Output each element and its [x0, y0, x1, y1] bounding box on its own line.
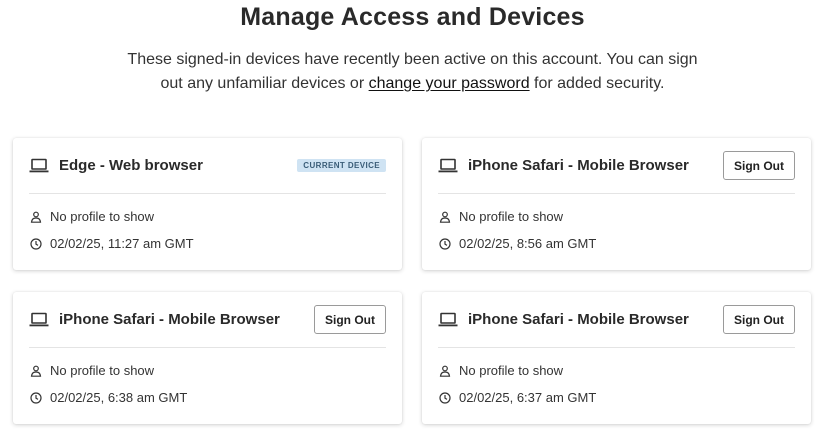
- sign-out-button[interactable]: Sign Out: [723, 305, 795, 334]
- profile-row: No profile to show: [439, 363, 563, 378]
- last-active-text: 02/02/25, 11:27 am GMT: [50, 236, 194, 251]
- laptop-icon: [29, 158, 49, 172]
- clock-icon: [30, 237, 42, 250]
- intro-line-1: These signed-in devices have recently be…: [127, 51, 698, 68]
- clock-icon: [439, 237, 451, 250]
- intro-text-after-link: for added security.: [529, 75, 665, 92]
- laptop-icon: [438, 312, 458, 326]
- device-card: iPhone Safari - Mobile Browser Sign Out …: [422, 292, 811, 424]
- current-device-badge: CURRENT DEVICE: [297, 159, 386, 172]
- device-card: iPhone Safari - Mobile Browser Sign Out …: [422, 138, 811, 270]
- last-active-text: 02/02/25, 8:56 am GMT: [459, 236, 597, 251]
- sign-out-button[interactable]: Sign Out: [723, 151, 795, 180]
- person-icon: [439, 365, 451, 377]
- device-card-header: iPhone Safari - Mobile Browser Sign Out: [438, 138, 795, 194]
- profile-row: No profile to show: [30, 209, 154, 224]
- clock-icon: [30, 391, 42, 404]
- device-name: iPhone Safari - Mobile Browser: [468, 311, 689, 328]
- device-name: Edge - Web browser: [59, 157, 203, 174]
- profile-row: No profile to show: [439, 209, 563, 224]
- profile-row: No profile to show: [30, 363, 154, 378]
- last-active-text: 02/02/25, 6:38 am GMT: [50, 390, 188, 405]
- last-active-row: 02/02/25, 8:56 am GMT: [439, 236, 596, 251]
- device-name: iPhone Safari - Mobile Browser: [468, 157, 689, 174]
- intro-line-2: out any unfamiliar devices or change you…: [0, 72, 825, 96]
- person-icon: [30, 211, 42, 223]
- last-active-text: 02/02/25, 6:37 am GMT: [459, 390, 597, 405]
- profile-text: No profile to show: [459, 209, 564, 224]
- device-card-header: iPhone Safari - Mobile Browser Sign Out: [438, 292, 795, 348]
- device-card-header: Edge - Web browser CURRENT DEVICE: [29, 138, 386, 194]
- intro-text-before-link: out any unfamiliar devices or: [160, 75, 369, 92]
- profile-text: No profile to show: [50, 363, 155, 378]
- person-icon: [439, 211, 451, 223]
- person-icon: [30, 365, 42, 377]
- sign-out-button[interactable]: Sign Out: [314, 305, 386, 334]
- profile-text: No profile to show: [50, 209, 155, 224]
- page-title: Manage Access and Devices: [240, 3, 585, 31]
- device-card: Edge - Web browser CURRENT DEVICE No pro…: [13, 138, 402, 270]
- last-active-row: 02/02/25, 6:38 am GMT: [30, 390, 187, 405]
- laptop-icon: [438, 158, 458, 172]
- laptop-icon: [29, 312, 49, 326]
- clock-icon: [439, 391, 451, 404]
- device-card: iPhone Safari - Mobile Browser Sign Out …: [13, 292, 402, 424]
- profile-text: No profile to show: [459, 363, 564, 378]
- intro-text: These signed-in devices have recently be…: [0, 48, 825, 96]
- device-card-header: iPhone Safari - Mobile Browser Sign Out: [29, 292, 386, 348]
- last-active-row: 02/02/25, 6:37 am GMT: [439, 390, 596, 405]
- change-password-link[interactable]: change your password: [369, 75, 530, 92]
- device-name: iPhone Safari - Mobile Browser: [59, 311, 280, 328]
- last-active-row: 02/02/25, 11:27 am GMT: [30, 236, 194, 251]
